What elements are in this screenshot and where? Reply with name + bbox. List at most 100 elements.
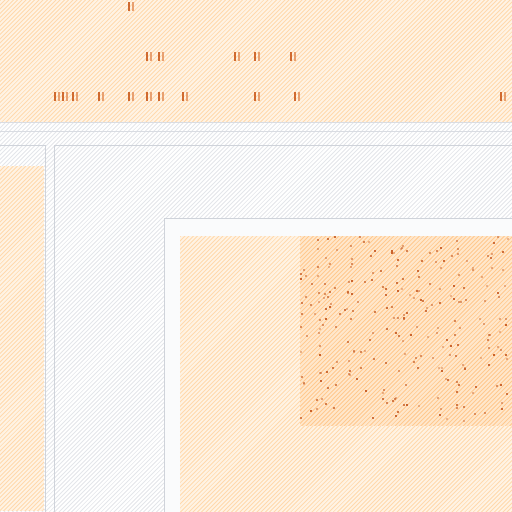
glyph-dot — [505, 318, 507, 320]
glyph-dot — [320, 372, 322, 374]
left-panel-text-block — [0, 166, 44, 511]
text-marker — [132, 2, 134, 11]
glyph-dot — [456, 404, 458, 406]
glyph-dot — [457, 248, 459, 250]
text-marker — [290, 52, 292, 61]
glyph-dot — [300, 326, 302, 328]
glyph-dot — [373, 358, 375, 360]
glyph-dot — [429, 283, 431, 285]
glyph-dot — [507, 238, 509, 240]
glyph-dot — [497, 346, 499, 348]
glyph-dot — [479, 318, 481, 320]
text-marker — [158, 52, 160, 61]
glyph-dot — [301, 313, 303, 315]
glyph-dot — [317, 248, 319, 250]
glyph-dot — [305, 296, 307, 298]
text-marker — [128, 92, 130, 101]
glyph-dot — [440, 247, 442, 249]
glyph-dot — [442, 346, 444, 348]
glyph-dot — [454, 320, 456, 322]
glyph-dot — [319, 354, 321, 356]
glyph-dot — [393, 317, 395, 319]
glyph-dot — [371, 279, 373, 281]
text-marker — [182, 92, 184, 101]
glyph-dot — [487, 255, 489, 257]
glyph-dot — [449, 354, 451, 356]
glyph-dot — [305, 275, 307, 277]
glyph-dot — [310, 410, 312, 412]
glyph-dot — [460, 301, 462, 303]
glyph-dot — [349, 370, 351, 372]
glyph-dot — [339, 313, 341, 315]
glyph-dot — [456, 407, 458, 409]
glyph-dot — [501, 402, 503, 404]
glyph-dot — [325, 308, 327, 310]
glyph-dot — [427, 336, 429, 338]
glyph-dot — [330, 303, 332, 305]
glyph-dot — [327, 387, 329, 389]
glyph-dot — [487, 339, 489, 341]
glyph-dot — [318, 301, 320, 303]
glyph-dot — [493, 242, 495, 244]
glyph-dot — [351, 293, 353, 295]
glyph-dot — [447, 379, 449, 381]
glyph-dot — [493, 354, 495, 356]
glyph-dot — [405, 384, 407, 386]
glyph-dot — [382, 398, 384, 400]
glyph-dot — [505, 324, 507, 326]
glyph-dot — [336, 361, 338, 363]
text-marker — [162, 52, 164, 61]
glyph-dot — [441, 367, 443, 369]
glyph-dot — [505, 354, 507, 356]
horizontal-divider[interactable] — [0, 122, 512, 132]
glyph-dot — [397, 259, 399, 261]
glyph-dot — [403, 314, 405, 316]
glyph-dot — [500, 384, 502, 386]
glyph-dot — [458, 384, 460, 386]
glyph-dot — [429, 252, 431, 254]
glyph-dot — [327, 296, 329, 298]
glyph-dot — [450, 345, 452, 347]
glyph-dot — [500, 349, 502, 351]
glyph-dot — [386, 328, 388, 330]
glyph-dot — [360, 367, 362, 369]
glyph-dot — [436, 250, 438, 252]
glyph-dot — [475, 386, 477, 388]
glyph-dot — [441, 370, 443, 372]
glyph-dot — [440, 408, 442, 410]
text-marker — [66, 92, 68, 101]
glyph-dot — [446, 418, 448, 420]
glyph-dot — [440, 267, 442, 269]
glyph-dot — [329, 291, 331, 293]
text-marker — [258, 92, 260, 101]
glyph-dot — [364, 281, 366, 283]
glyph-dot — [451, 255, 453, 257]
glyph-dot — [484, 300, 486, 302]
glyph-dot — [311, 283, 313, 285]
glyph-dot — [486, 285, 488, 287]
glyph-dot — [481, 276, 483, 278]
glyph-dot — [382, 392, 384, 394]
glyph-dot — [403, 404, 405, 406]
glyph-dot — [385, 294, 387, 296]
text-marker — [128, 2, 130, 11]
text-marker — [72, 92, 74, 101]
glyph-dot — [398, 370, 400, 372]
glyph-dot — [406, 404, 408, 406]
glyph-dot — [453, 298, 455, 300]
glyph-dot — [372, 332, 374, 334]
glyph-dot — [438, 367, 440, 369]
glyph-dot — [439, 288, 441, 290]
glyph-dot — [353, 351, 355, 353]
glyph-dot — [310, 304, 312, 306]
glyph-dot — [317, 275, 319, 277]
glyph-dot — [457, 253, 459, 255]
glyph-dot — [437, 327, 439, 329]
glyph-dot — [333, 407, 335, 409]
glyph-dot — [320, 380, 322, 382]
glyph-dot — [370, 255, 372, 257]
glyph-dot — [372, 272, 374, 274]
glyph-dot — [499, 331, 501, 333]
glyph-dot — [499, 318, 501, 320]
glyph-dot — [489, 334, 491, 336]
